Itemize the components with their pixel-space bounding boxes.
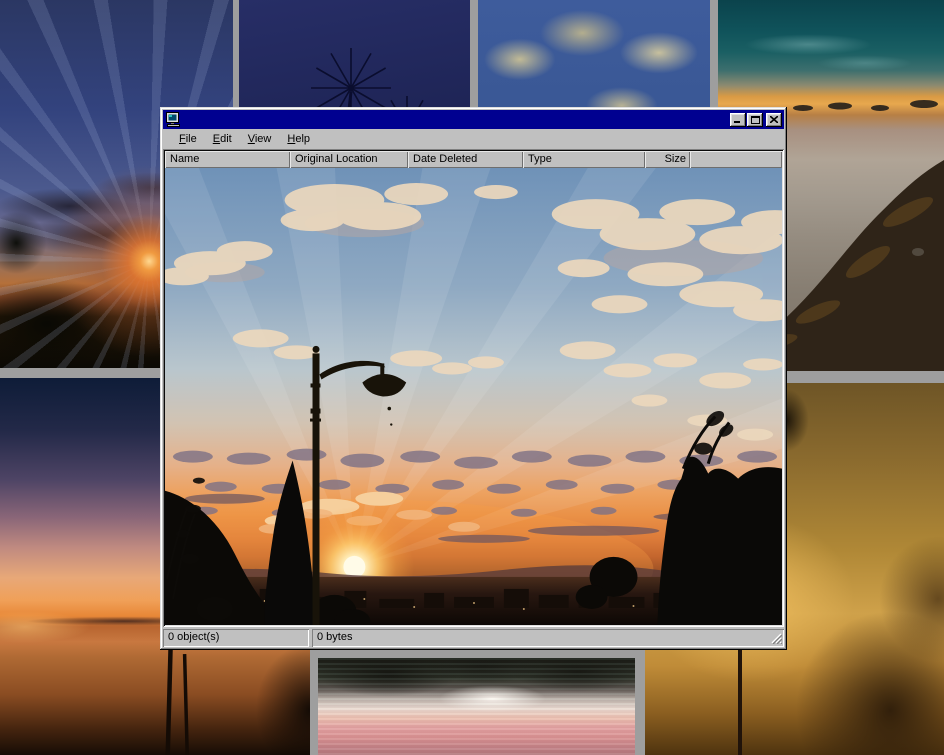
status-object-count: 0 object(s) [163,629,309,647]
sunset-sky-street-lamp-photo [165,168,782,625]
computer-icon [165,112,181,127]
column-header-name[interactable]: Name [165,151,290,168]
menu-view[interactable]: View [240,131,280,147]
statusbar: 0 object(s) 0 bytes [163,629,784,647]
status-size-text: 0 bytes [317,631,352,643]
close-icon [770,116,778,123]
menu-edit[interactable]: Edit [205,131,240,147]
minimize-button[interactable] [730,113,746,127]
column-header-date-deleted[interactable]: Date Deleted [408,151,523,168]
maximize-button[interactable] [747,113,763,127]
desktop: File Edit View Help Name Original Locati… [0,0,944,755]
column-headers: Name Original Location Date Deleted Type… [165,151,782,168]
deleted-items-list[interactable] [165,168,782,625]
status-size: 0 bytes [312,629,784,647]
menu-file[interactable]: File [171,131,205,147]
recycle-bin-window: File Edit View Help Name Original Locati… [160,107,787,650]
resize-grip[interactable] [770,632,782,644]
maximize-icon [751,116,760,124]
list-client-area: Name Original Location Date Deleted Type… [163,149,784,627]
close-button[interactable] [766,113,782,127]
menubar: File Edit View Help [163,129,784,148]
menu-help[interactable]: Help [279,131,318,147]
column-header-filler [690,151,782,168]
column-header-size[interactable]: Size [645,151,690,168]
water-reflection-photo [318,658,635,755]
column-header-original-location[interactable]: Original Location [290,151,408,168]
column-header-type[interactable]: Type [523,151,645,168]
titlebar[interactable] [163,110,784,129]
minimize-icon [734,116,742,123]
